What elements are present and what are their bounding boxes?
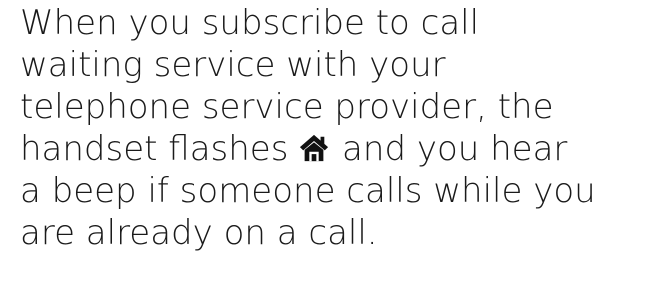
- paragraph-line-1: When you subscribe to call: [20, 3, 480, 43]
- call-waiting-paragraph: When you subscribe to call waiting servi…: [20, 2, 660, 254]
- paragraph-line-4: handset flashes and you hear: [20, 128, 660, 170]
- paragraph-line-4-start: handset flashes: [20, 129, 300, 169]
- paragraph-line-4-end: and you hear: [331, 129, 568, 169]
- paragraph-line-2: waiting service with your: [20, 45, 446, 85]
- home-icon: [299, 133, 329, 163]
- paragraph-line-5: a beep if someone calls while you: [20, 171, 596, 211]
- paragraph-line-6: are already on a call.: [20, 213, 378, 253]
- paragraph-line-3: telephone service provider, the: [20, 87, 554, 127]
